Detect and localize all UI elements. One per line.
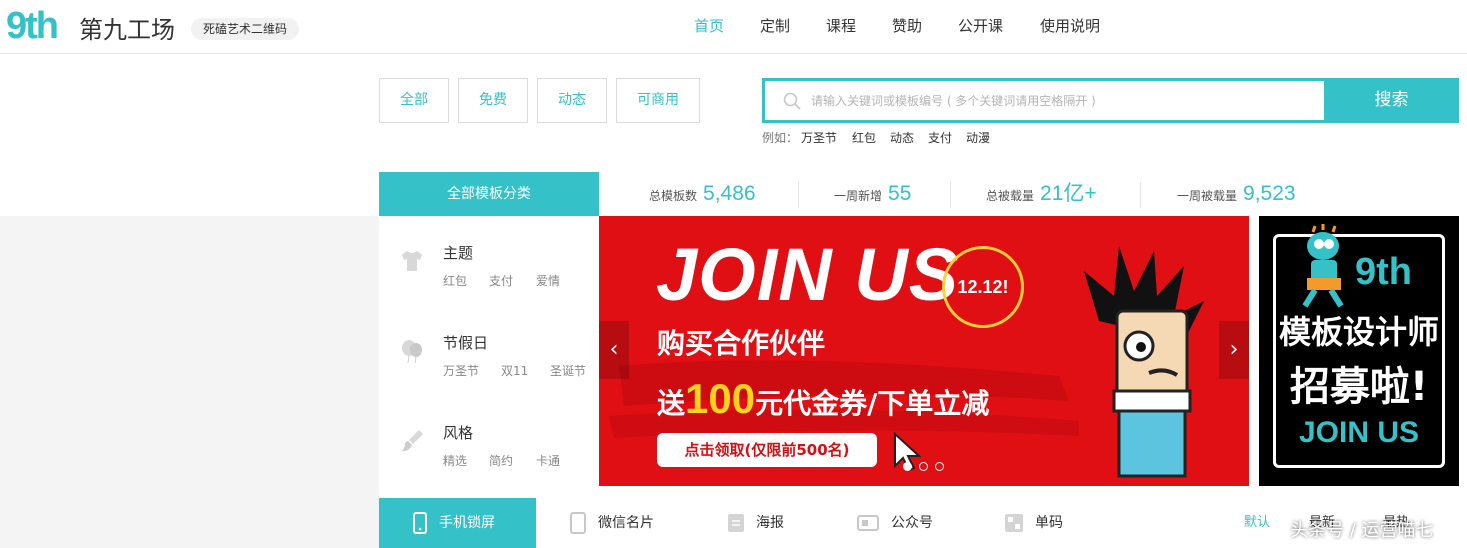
page-side-background <box>0 216 379 548</box>
nav-custom[interactable]: 定制 <box>760 14 790 38</box>
cartoon-character-illustration <box>1084 246 1204 478</box>
category-link[interactable]: 双11 <box>501 363 528 379</box>
category-link[interactable]: 万圣节 <box>443 363 479 379</box>
filter-free-button[interactable]: 免费 <box>458 78 528 123</box>
hot-keyword[interactable]: 红包 <box>852 130 876 146</box>
balloon-icon <box>402 340 422 364</box>
offer-amount: 100 <box>685 375 756 422</box>
logo-text[interactable]: 第九工场 <box>79 14 175 46</box>
tab-label: 手机锁屏 <box>439 515 495 531</box>
phone-icon <box>413 512 427 534</box>
carousel-dot[interactable] <box>919 462 928 471</box>
mascot-illustration <box>1302 224 1344 308</box>
banner-offer: 送100元代金券/下单立减 <box>657 374 989 429</box>
stat-value: 21亿+ <box>1040 182 1097 205</box>
hot-keywords-label: 例如： <box>762 131 799 145</box>
qrcode-icon <box>1005 514 1023 532</box>
stat-value: 9,523 <box>1243 182 1296 205</box>
stat-label: 总模板数 <box>649 189 698 203</box>
offer-suffix: 元代金券/下单立减 <box>755 387 990 420</box>
ad-join-text: JOIN US <box>1298 416 1420 449</box>
ad-subtitle: 招募啦! <box>1289 364 1429 410</box>
ad-title: 模板设计师 <box>1278 313 1439 351</box>
category-link[interactable]: 红包 <box>443 273 467 289</box>
nav-open-class[interactable]: 公开课 <box>958 14 1003 38</box>
category-link[interactable]: 精选 <box>443 453 467 469</box>
tab-poster[interactable]: 海报 <box>728 498 784 548</box>
nav-sponsor[interactable]: 赞助 <box>892 14 922 38</box>
stat-label: 总被载量 <box>986 189 1035 203</box>
hot-keyword[interactable]: 动漫 <box>966 130 990 146</box>
category-link[interactable]: 支付 <box>489 273 513 289</box>
tab-single-code[interactable]: 单码 <box>1005 498 1063 548</box>
tab-label: 单码 <box>1035 515 1063 531</box>
tab-label: 海报 <box>756 515 784 531</box>
category-link[interactable]: 圣诞节 <box>550 363 586 379</box>
search-box <box>762 78 1324 123</box>
carousel-dot[interactable] <box>935 462 944 471</box>
offer-prefix: 送 <box>657 387 686 420</box>
tab-phone-lockscreen[interactable]: 手机锁屏 <box>379 498 536 548</box>
filter-commercial-button[interactable]: 可商用 <box>616 78 700 123</box>
card-icon <box>570 512 586 534</box>
shirt-icon <box>402 251 422 271</box>
slogan-badge: 死磕艺术二维码 <box>191 18 300 40</box>
tab-label: 微信名片 <box>598 515 654 531</box>
stat-divider <box>950 182 951 208</box>
stat-total-templates: 总模板数 5,486 <box>649 178 756 210</box>
carousel-dot[interactable] <box>903 462 912 471</box>
banner-prev-button[interactable]: ‹ <box>599 321 629 379</box>
nav-help[interactable]: 使用说明 <box>1040 14 1100 38</box>
ad-logo: 9th <box>1355 251 1412 293</box>
hot-keyword[interactable]: 万圣节 <box>801 130 837 146</box>
search-input[interactable] <box>811 81 1311 120</box>
banner-headline: JOIN US <box>656 233 960 316</box>
stat-weekly-new: 一周新增 55 <box>834 178 911 210</box>
search-icon <box>783 92 801 110</box>
logo-mark[interactable]: 9th <box>6 4 59 48</box>
banner-subheadline: 购买合作伙伴 <box>657 327 826 360</box>
stat-weekly-downloads: 一周被载量 9,523 <box>1177 178 1296 210</box>
category-panel: 主题 红包 支付 爱情 节假日 万圣节 双11 圣诞节 风格 精选 简约 卡通 <box>379 216 599 486</box>
poster-icon <box>728 514 744 532</box>
category-title-holiday[interactable]: 节假日 <box>443 333 488 353</box>
tab-official-account[interactable]: 公众号 <box>857 498 933 548</box>
watermark-text: 头条号 / 运营喵七 <box>1290 520 1434 541</box>
filter-all-button[interactable]: 全部 <box>379 78 449 123</box>
banner-next-button[interactable]: › <box>1219 321 1249 379</box>
all-categories-button[interactable]: 全部模板分类 <box>379 172 599 216</box>
stat-label: 一周被载量 <box>1177 189 1238 203</box>
tab-wechat-card[interactable]: 微信名片 <box>570 498 654 548</box>
stat-divider <box>1140 182 1141 208</box>
filter-animated-button[interactable]: 动态 <box>537 78 607 123</box>
promo-banner[interactable]: JOIN US 12.12! 购买合作伙伴 送100元代金券/下单立减 点击领取… <box>599 216 1249 486</box>
category-link[interactable]: 卡通 <box>536 453 560 469</box>
category-link[interactable]: 简约 <box>489 453 513 469</box>
stat-value: 5,486 <box>703 182 756 205</box>
tab-label: 公众号 <box>891 515 933 531</box>
stat-divider <box>798 182 799 208</box>
banner-date-badge: 12.12! <box>942 246 1024 328</box>
hot-keyword[interactable]: 动态 <box>890 130 914 146</box>
hot-keyword[interactable]: 支付 <box>928 130 952 146</box>
stat-value: 55 <box>888 182 912 205</box>
site-header: 9th 第九工场 死磕艺术二维码 首页 定制 课程 赞助 公开课 使用说明 <box>0 0 1467 54</box>
designer-recruit-ad[interactable]: 9th 模板设计师 招募啦! JOIN US <box>1259 216 1459 486</box>
sort-default[interactable]: 默认 <box>1244 514 1270 532</box>
nav-courses[interactable]: 课程 <box>826 14 856 38</box>
category-title-style[interactable]: 风格 <box>443 423 473 443</box>
banner-cta-button[interactable]: 点击领取(仅限前500名) <box>657 433 877 467</box>
stat-label: 一周新增 <box>834 189 883 203</box>
category-link[interactable]: 爱情 <box>536 273 560 289</box>
nav-home[interactable]: 首页 <box>694 14 724 38</box>
account-icon <box>857 515 879 531</box>
search-button[interactable]: 搜索 <box>1324 78 1459 123</box>
brush-icon <box>402 430 423 452</box>
stat-total-downloads: 总被载量 21亿+ <box>986 178 1097 210</box>
category-title-theme[interactable]: 主题 <box>443 243 473 263</box>
